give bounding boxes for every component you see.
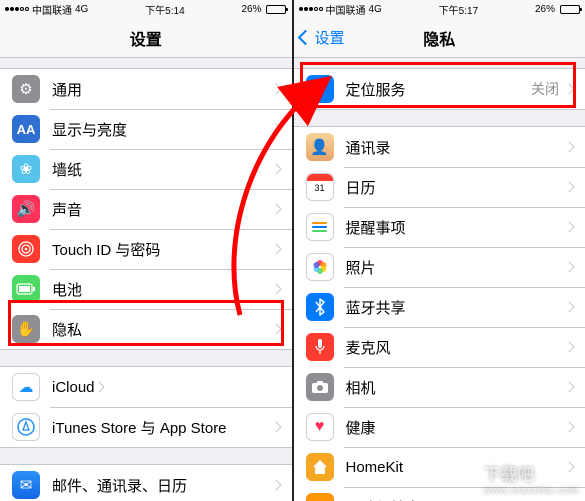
chevron-right-icon <box>563 261 574 272</box>
chevron-right-icon <box>563 421 574 432</box>
row-health[interactable]: ♥ 健康 <box>294 407 585 447</box>
row-display[interactable]: AA 显示与亮度 <box>0 109 292 149</box>
health-icon: ♥ <box>306 413 334 441</box>
motion-icon <box>306 493 334 501</box>
battery-icon <box>12 275 40 303</box>
nav-bar: 设置 隐私 <box>294 18 585 58</box>
chevron-right-icon <box>563 301 574 312</box>
chevron-right-icon <box>93 381 104 392</box>
row-detail: 关闭 <box>531 79 559 99</box>
network-label: 4G <box>75 4 88 15</box>
nav-bar: 设置 <box>0 18 292 58</box>
contacts-icon: 👤 <box>306 133 334 161</box>
back-button[interactable]: 设置 <box>300 27 345 48</box>
row-homekit[interactable]: HomeKit <box>294 447 585 487</box>
camera-icon <box>306 373 334 401</box>
row-appstore[interactable]: iTunes Store 与 App Store <box>0 407 292 447</box>
row-reminders[interactable]: 提醒事项 <box>294 207 585 247</box>
carrier-label: 中国联通 <box>326 2 366 17</box>
page-title: 隐私 <box>423 26 455 50</box>
network-label: 4G <box>369 4 382 15</box>
chevron-right-icon <box>270 479 281 490</box>
battery-icon <box>560 5 580 14</box>
mail-icon: ✉ <box>12 471 40 499</box>
calendar-icon: 31 <box>306 173 334 201</box>
page-title: 设置 <box>130 26 162 50</box>
battery-pct: 26% <box>535 4 555 15</box>
chevron-right-icon <box>270 83 281 94</box>
row-sound[interactable]: 🔊 声音 <box>0 189 292 229</box>
reminders-icon <box>306 213 334 241</box>
location-icon <box>306 75 334 103</box>
chevron-right-icon <box>270 283 281 294</box>
chevron-right-icon <box>270 421 281 432</box>
chevron-right-icon <box>563 83 574 94</box>
touchid-icon <box>12 235 40 263</box>
battery-pct: 26% <box>241 4 261 15</box>
row-calendar[interactable]: 31 日历 <box>294 167 585 207</box>
signal-dots-icon <box>299 7 323 11</box>
chevron-right-icon <box>270 163 281 174</box>
chevron-right-icon <box>270 123 281 134</box>
chevron-right-icon <box>270 243 281 254</box>
display-icon: AA <box>12 115 40 143</box>
row-battery[interactable]: 电池 <box>0 269 292 309</box>
signal-dots-icon <box>5 7 29 11</box>
icloud-icon: ☁ <box>12 373 40 401</box>
battery-icon <box>266 5 286 14</box>
row-wallpaper[interactable]: ❀ 墙纸 <box>0 149 292 189</box>
chevron-left-icon <box>297 30 313 46</box>
chevron-right-icon <box>563 141 574 152</box>
time-label: 下午5:17 <box>439 2 478 17</box>
row-contacts[interactable]: 👤 通讯录 <box>294 127 585 167</box>
privacy-list[interactable]: 定位服务 关闭 👤 通讯录 31 日历 提醒事项 <box>294 58 585 501</box>
chevron-right-icon <box>270 323 281 334</box>
mic-icon <box>306 333 334 361</box>
time-label: 下午5:14 <box>145 2 184 17</box>
row-privacy[interactable]: ✋ 隐私 <box>0 309 292 349</box>
appstore-icon <box>12 413 40 441</box>
chevron-right-icon <box>563 181 574 192</box>
row-icloud[interactable]: ☁ iCloud <box>0 367 292 407</box>
carrier-label: 中国联通 <box>32 2 72 17</box>
row-touchid[interactable]: Touch ID 与密码 <box>0 229 292 269</box>
row-general[interactable]: ⚙ 通用 <box>0 69 292 109</box>
row-motion[interactable]: 运动与健身 <box>294 487 585 501</box>
settings-list[interactable]: ⚙ 通用 AA 显示与亮度 ❀ 墙纸 🔊 声音 Touch ID 与 <box>0 58 292 501</box>
row-mail[interactable]: ✉ 邮件、通讯录、日历 <box>0 465 292 501</box>
left-phone: 中国联通 4G 下午5:14 26% 设置 ⚙ 通用 AA 显示与亮度 ❀ 墙纸 <box>0 0 292 501</box>
homekit-icon <box>306 453 334 481</box>
bluetooth-icon <box>306 293 334 321</box>
status-bar: 中国联通 4G 下午5:17 26% <box>294 0 585 18</box>
chevron-right-icon <box>563 381 574 392</box>
row-bluetooth[interactable]: 蓝牙共享 <box>294 287 585 327</box>
chevron-right-icon <box>563 221 574 232</box>
status-bar: 中国联通 4G 下午5:14 26% <box>0 0 292 18</box>
wallpaper-icon: ❀ <box>12 155 40 183</box>
row-camera[interactable]: 相机 <box>294 367 585 407</box>
chevron-right-icon <box>563 461 574 472</box>
right-phone: 中国联通 4G 下午5:17 26% 设置 隐私 定位服务 关闭 👤 <box>292 0 585 501</box>
row-location-services[interactable]: 定位服务 关闭 <box>294 69 585 109</box>
privacy-icon: ✋ <box>12 315 40 343</box>
chevron-right-icon <box>563 341 574 352</box>
chevron-right-icon <box>270 203 281 214</box>
photos-icon <box>306 253 334 281</box>
row-photos[interactable]: 照片 <box>294 247 585 287</box>
sound-icon: 🔊 <box>12 195 40 223</box>
row-microphone[interactable]: 麦克风 <box>294 327 585 367</box>
general-icon: ⚙ <box>12 75 40 103</box>
